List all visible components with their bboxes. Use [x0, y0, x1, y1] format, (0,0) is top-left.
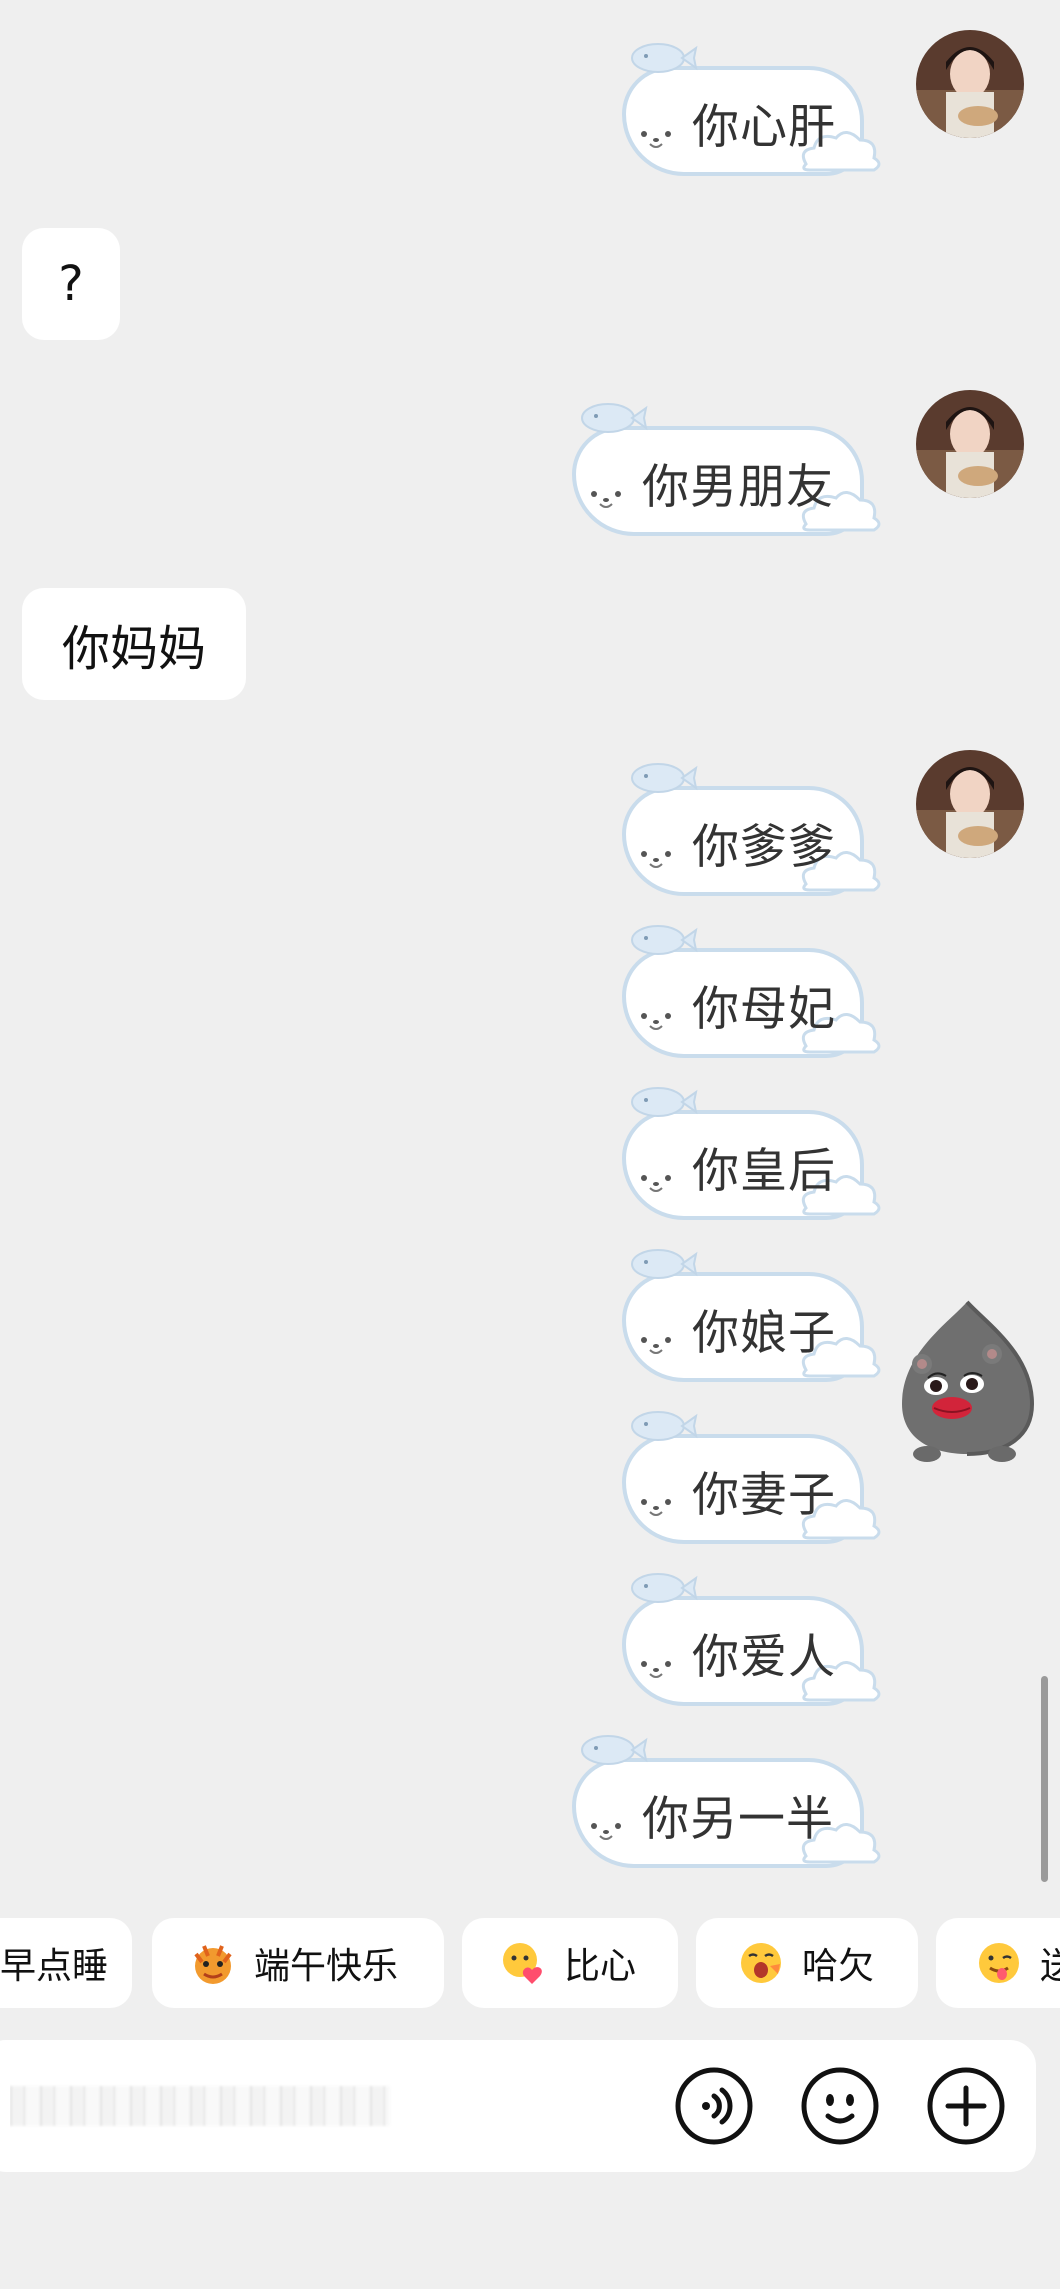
fish-icon [631, 1087, 698, 1117]
avatar[interactable] [916, 750, 1024, 858]
chip-label: 哈欠 [802, 1946, 875, 1987]
sticker-bubble[interactable]: 你娘子 [614, 1242, 886, 1386]
avatar-image [916, 750, 1024, 858]
fish-icon [631, 1411, 698, 1441]
sticker-bubble[interactable]: 你皇后 [614, 1080, 886, 1224]
message-text: 你另一半 [642, 1792, 834, 1847]
fish-icon [631, 763, 698, 793]
quick-reply-chip[interactable]: 比心 [462, 1918, 678, 2008]
message-text: 你妈妈 [61, 621, 206, 677]
chat-area: 你心肝 ? 你男朋友 你妈妈 你爹爹 你母妃 你皇后 你娘子 你妻子 你爱人 你… [0, 0, 1060, 1890]
chip-label: 比心 [564, 1946, 637, 1987]
message-text: 你心肝 [692, 100, 836, 155]
message-text: 你男朋友 [642, 460, 834, 515]
quick-reply-bar: 早点睡 端午快乐 比心 哈欠 送 [0, 1918, 1060, 2010]
plus-icon[interactable] [926, 2066, 1006, 2146]
avatar[interactable] [916, 30, 1024, 138]
seal-face-icon [641, 131, 671, 148]
message-text: 你娘子 [692, 1306, 836, 1361]
seal-face-icon [641, 1337, 671, 1354]
avatar-image [916, 30, 1024, 138]
message-bubble[interactable]: 你妈妈 [22, 588, 246, 700]
sticker-bubble[interactable]: 你心肝 [614, 36, 886, 180]
avatar[interactable] [916, 390, 1024, 498]
voice-icon[interactable] [674, 2066, 754, 2146]
quick-reply-chip[interactable]: 早点睡 [0, 1918, 132, 2008]
fish-icon [631, 1573, 698, 1603]
quick-reply-chip[interactable]: 送 [936, 1918, 1060, 2008]
chip-label: 送 [1040, 1946, 1060, 1987]
blurred-draft-text [10, 2086, 390, 2126]
seal-face-icon [591, 1823, 621, 1840]
seal-face-icon [641, 1013, 671, 1030]
fish-icon [581, 403, 648, 433]
fish-icon [581, 1735, 648, 1765]
scrollbar[interactable] [1041, 1676, 1048, 1882]
fish-icon [631, 43, 698, 73]
quick-reply-chip[interactable]: 端午快乐 [152, 1918, 444, 2008]
chip-label: 端午快乐 [254, 1946, 399, 1987]
sticker-bubble[interactable]: 你爹爹 [614, 756, 886, 900]
seal-face-icon [641, 851, 671, 868]
blob-sticker-avatar[interactable] [892, 1294, 1042, 1464]
quick-reply-chip[interactable]: 哈欠 [696, 1918, 918, 2008]
message-text: 你妻子 [692, 1468, 836, 1523]
heart-hands-emoji-icon [503, 1943, 542, 1984]
sticker-bubble[interactable]: 你另一半 [564, 1728, 886, 1872]
message-text: 你爹爹 [692, 820, 836, 875]
message-text: ? [58, 256, 84, 312]
message-text: 你皇后 [692, 1144, 836, 1199]
input-bar [0, 2040, 1036, 2172]
message-bubble[interactable]: ? [22, 228, 120, 340]
message-text: 你母妃 [692, 982, 836, 1037]
seal-face-icon [641, 1661, 671, 1678]
dragon-emoji-icon [194, 1945, 232, 1984]
message-text: 你爱人 [692, 1630, 836, 1685]
yawn-emoji-icon [741, 1943, 781, 1983]
chip-label: 早点睡 [0, 1946, 109, 1987]
seal-face-icon [641, 1499, 671, 1516]
sticker-bubble[interactable]: 你母妃 [614, 918, 886, 1062]
sticker-bubble[interactable]: 你爱人 [614, 1566, 886, 1710]
sticker-bubble[interactable]: 你男朋友 [564, 396, 886, 540]
sticker-bubble[interactable]: 你妻子 [614, 1404, 886, 1548]
seal-face-icon [641, 1175, 671, 1192]
tongue-emoji-icon [979, 1943, 1019, 1983]
avatar-image [916, 390, 1024, 498]
message-input[interactable] [10, 2074, 410, 2138]
emoji-icon[interactable] [800, 2066, 880, 2146]
fish-icon [631, 1249, 698, 1279]
seal-face-icon [591, 491, 621, 508]
fish-icon [631, 925, 698, 955]
